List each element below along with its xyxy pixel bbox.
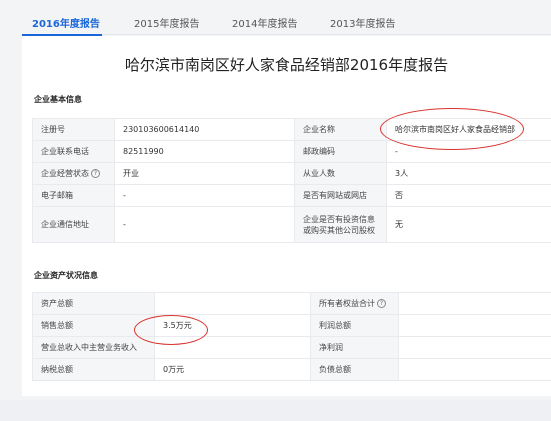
total-liabilities-label: 负债总额 [310,358,399,381]
registration-number-label: 注册号 [32,118,115,141]
table-row: 企业通信地址 - 企业是否有投资信息或购买其他公司股权 无 [32,206,551,243]
employee-count-value: 3人 [386,162,551,185]
address-value: - [114,206,295,243]
investment-info-value: 无 [386,206,551,243]
phone-value: 82511990 [114,140,295,163]
info-circle-icon[interactable]: ? [377,299,386,308]
total-profit-label: 利润总额 [310,314,399,337]
total-liabilities-value [398,358,551,381]
owners-equity-text: 所有者权益合计 [319,299,375,308]
report-panel: 哈尔滨市南岗区好人家食品经销部2016年度报告 企业基本信息 注册号 23010… [22,36,551,396]
owners-equity-value [398,292,551,315]
table-row: 电子邮箱 - 是否有网站或网店 否 [32,184,551,207]
basic-info-table: 注册号 230103600614140 企业名称 哈尔滨市南岗区好人家食品经销部… [32,118,551,243]
website-label: 是否有网站或网店 [294,184,387,207]
total-assets-label: 资产总额 [32,292,155,315]
owners-equity-label: 所有者权益合计? [310,292,399,315]
tab-2013[interactable]: 2013年度报告 [330,15,395,30]
email-value: - [114,184,295,207]
phone-label: 企业联系电话 [32,140,115,163]
investment-info-label: 企业是否有投资信息或购买其他公司股权 [294,206,387,243]
operating-status-label: 企业经营状态? [32,162,115,185]
info-circle-icon[interactable]: ? [91,169,100,178]
operating-status-text: 企业经营状态 [41,169,89,178]
total-sales-label: 销售总额 [32,314,155,337]
employee-count-label: 从业人数 [294,162,387,185]
main-business-revenue-value [154,336,311,359]
table-row: 企业经营状态? 开业 从业人数 3人 [32,162,551,185]
tab-2015[interactable]: 2015年度报告 [134,15,199,30]
website-value: 否 [386,184,551,207]
report-title: 哈尔滨市南岗区好人家食品经销部2016年度报告 [124,56,449,74]
postal-code-label: 邮政编码 [294,140,387,163]
table-row: 资产总额 所有者权益合计? [32,292,551,315]
total-tax-label: 纳税总额 [32,358,155,381]
main-business-revenue-label: 营业总收入中主营业务收入 [32,336,155,359]
page-footer [0,400,551,421]
registration-number-value: 230103600614140 [114,118,295,141]
tab-2014[interactable]: 2014年度报告 [232,15,297,30]
email-label: 电子邮箱 [32,184,115,207]
report-year-tabs: 2016年度报告 2015年度报告 2014年度报告 2013年度报告 [22,8,551,36]
total-profit-value [398,314,551,337]
operating-status-value: 开业 [114,162,295,185]
tab-2016[interactable]: 2016年度报告 [32,15,100,30]
assets-info-table: 资产总额 所有者权益合计? 销售总额 3.5万元 利润总额 营业总收入中主营业务… [32,292,551,381]
total-assets-value [154,292,311,315]
company-name-label: 企业名称 [294,118,387,141]
total-tax-value: 0万元 [154,358,311,381]
company-name-value: 哈尔滨市南岗区好人家食品经销部 [386,118,551,141]
postal-code-value: - [386,140,551,163]
net-profit-value [398,336,551,359]
table-row: 销售总额 3.5万元 利润总额 [32,314,551,337]
assets-info-title: 企业资产状况信息 [34,271,98,280]
total-sales-value: 3.5万元 [154,314,311,337]
table-row: 营业总收入中主营业务收入 净利润 [32,336,551,359]
table-row: 企业联系电话 82511990 邮政编码 - [32,140,551,163]
table-row: 纳税总额 0万元 负债总额 [32,358,551,381]
table-row: 注册号 230103600614140 企业名称 哈尔滨市南岗区好人家食品经销部 [32,118,551,141]
address-label: 企业通信地址 [32,206,115,243]
basic-info-title: 企业基本信息 [34,95,82,104]
net-profit-label: 净利润 [310,336,399,359]
